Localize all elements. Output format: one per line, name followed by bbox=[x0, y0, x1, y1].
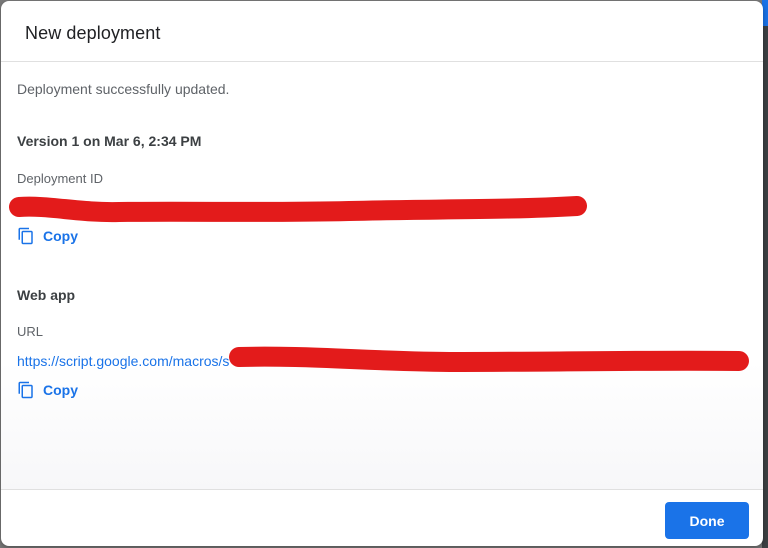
deployment-id-label: Deployment ID bbox=[17, 171, 103, 186]
copy-label: Copy bbox=[43, 382, 78, 398]
success-message: Deployment successfully updated. bbox=[17, 81, 230, 97]
redacted-deployment-id bbox=[9, 196, 587, 223]
url-label: URL bbox=[17, 324, 44, 339]
web-app-url-link[interactable]: https://script.google.com/macros/s bbox=[17, 353, 229, 369]
copy-icon bbox=[17, 227, 35, 245]
copy-deployment-id-button[interactable]: Copy bbox=[17, 225, 78, 247]
web-app-heading: Web app bbox=[17, 287, 76, 303]
new-deployment-dialog: New deployment Deployment successfully u… bbox=[1, 1, 763, 546]
copy-label: Copy bbox=[43, 228, 78, 244]
redacted-web-app-url bbox=[229, 346, 749, 373]
dialog-body[interactable] bbox=[1, 62, 763, 489]
version-heading: Version 1 on Mar 6, 2:34 PM bbox=[17, 133, 202, 149]
dialog-title: New deployment bbox=[25, 23, 161, 43]
copy-url-button[interactable]: Copy bbox=[17, 379, 78, 401]
done-button[interactable]: Done bbox=[665, 502, 749, 539]
footer-divider bbox=[1, 489, 763, 490]
copy-icon bbox=[17, 381, 35, 399]
